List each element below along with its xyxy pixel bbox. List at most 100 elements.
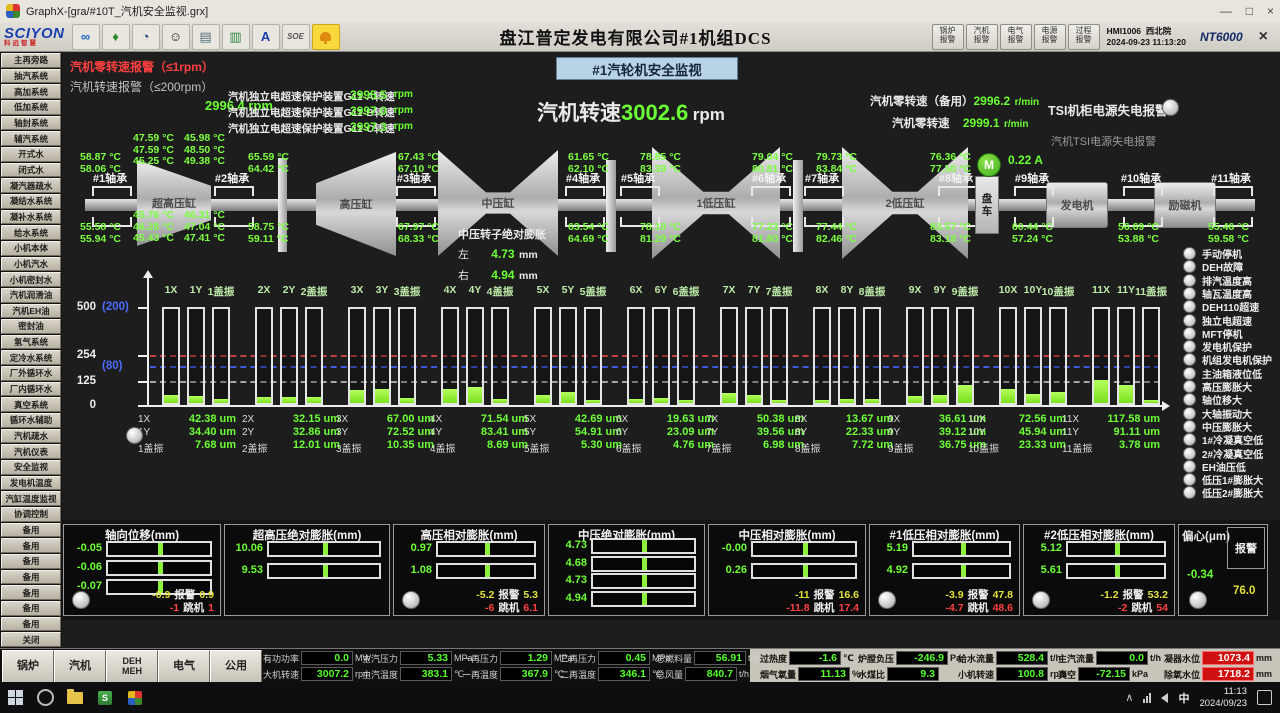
sidebar-item[interactable]: 真空系统 [1,397,61,412]
alarm-button-2[interactable]: 汽机报警 [966,24,998,50]
sidebar-item[interactable]: 备用 [1,523,61,538]
draw-icon[interactable]: ♦ [102,24,130,50]
clock-icon[interactable]: ◔ [132,24,160,50]
bearing-label: #11轴承 [1211,170,1251,186]
sidebar-item[interactable]: 备用 [1,570,61,585]
report-icon[interactable]: ▤ [192,24,220,50]
screen-tab-1[interactable]: 锅炉 [2,650,54,683]
network-icon[interactable] [1143,693,1151,703]
status-label: 二再压力 [560,652,596,665]
screen-tab-5[interactable]: 公用 [210,650,262,683]
sidebar-item[interactable]: 汽机仪表 [1,444,61,459]
maximize-button[interactable]: □ [1246,4,1253,18]
vibration-readout-value: 32.86 um [278,426,340,438]
sidebar-item[interactable]: 小机汽水 [1,257,61,272]
start-button[interactable] [0,682,30,713]
sidebar-item[interactable]: 定冷水系统 [1,350,61,365]
alarm-lamp [1183,380,1196,393]
sidebar-item[interactable]: 氢气系统 [1,335,61,350]
turning-gear-current: 0.22 A [1008,153,1043,167]
screen-tab-4[interactable]: 电气 [158,650,210,683]
toolbar-close-icon[interactable]: × [1259,28,1268,46]
vibration-bar [212,307,230,405]
notification-center-icon[interactable] [1257,690,1272,705]
user-icon[interactable]: ☺ [162,24,190,50]
sidebar-item[interactable]: 高加系统 [1,84,61,99]
alarm-button-5[interactable]: 过程报警 [1068,24,1100,50]
panel-gauge [267,541,381,557]
sidebar-item[interactable]: 备用 [1,601,61,616]
sidebar-item[interactable]: 发电机温度 [1,476,61,491]
screen-tab-2[interactable]: 汽机 [54,650,106,683]
alarm-button-1[interactable]: 锅炉报警 [932,24,964,50]
link-icon[interactable]: ∞ [72,24,100,50]
status-item: 烟气氧量11.13% [760,667,860,681]
vibration-bar [863,307,881,405]
input-language-indicator[interactable]: 中 [1178,690,1189,706]
vibration-bar-fill [561,392,575,403]
alarm-lamp [1183,420,1196,433]
sidebar-item[interactable]: 安全监视 [1,460,61,475]
sidebar-item[interactable]: 备用 [1,554,61,569]
sidebar-item[interactable]: 轴封系统 [1,116,61,131]
sidebar-item[interactable]: 凝结水系统 [1,194,61,209]
panel-value: 5.61 [1026,564,1062,576]
vibration-readout-value: 91.11 um [1098,426,1160,438]
vibration-bar-fill [865,399,879,403]
sidebar-item[interactable]: 备用 [1,585,61,600]
app-icon-green[interactable]: S [90,682,120,713]
panel-gauge [591,556,696,572]
sidebar-item[interactable]: 小机本体 [1,241,61,256]
vibration-readout-label: 8X [795,414,807,425]
sidebar-item[interactable]: 汽机EH油 [1,304,61,319]
sidebar-item[interactable]: 汽缸温度监视 [1,491,61,506]
sidebar-item[interactable]: 凝汽器疏水 [1,178,61,193]
soe-icon[interactable]: SOE [282,24,310,50]
tray-expand-icon[interactable]: ∧ [1125,691,1133,704]
sidebar-item[interactable]: 备用 [1,538,61,553]
sidebar-item[interactable]: 汽机润滑油 [1,288,61,303]
status-value: 1073.4 [1202,651,1254,665]
close-button[interactable]: × [1267,4,1274,18]
alarm-button-3[interactable]: 电气报警 [1000,24,1032,50]
sidebar-item[interactable]: 循环水辅助 [1,413,61,428]
sidebar-item[interactable]: 凝补水系统 [1,210,61,225]
font-icon[interactable]: A [252,24,280,50]
turbine-speed-label: 汽机转速 [537,102,621,125]
sidebar-item[interactable]: 汽机疏水 [1,429,61,444]
alarm-bell-icon[interactable] [312,24,340,50]
main-title: 盘江普定发电有限公司#1机组DCS [341,24,931,49]
sidebar-item[interactable]: 关闭 [1,632,61,647]
sidebar-item[interactable]: 厂内循环水 [1,382,61,397]
sidebar-item[interactable]: 主再旁路 [1,53,61,68]
sidebar-item[interactable]: 低加系统 [1,100,61,115]
status-item: 小机转速100.8rpm [958,667,1067,681]
status-value: 1718.2 [1202,667,1254,681]
graphx-taskbar-icon[interactable] [120,682,150,713]
sidebar-item[interactable]: 辅汽系统 [1,131,61,146]
taskbar-clock[interactable]: 11:132024/09/23 [1199,686,1247,710]
status-item: 二再温度346.1℃ [560,667,662,681]
taskbar-date: 2024/09/23 [1199,698,1247,709]
screen-tab-3[interactable]: DEHMEH [106,650,158,683]
vibration-readout-label: 8盖振 [795,440,821,455]
sidebar-item[interactable]: 抽汽系统 [1,69,61,84]
sidebar-item[interactable]: 备用 [1,617,61,632]
alarm-button-4[interactable]: 电源报警 [1034,24,1066,50]
y-tick-mark [138,307,148,309]
search-icon[interactable] [30,682,60,713]
file-explorer-icon[interactable] [60,682,90,713]
sidebar-item[interactable]: 协调控制 [1,507,61,522]
sidebar-item[interactable]: 小机密封水 [1,272,61,287]
sidebar-item[interactable]: 给水系统 [1,225,61,240]
minimize-button[interactable]: — [1220,4,1232,18]
cards-icon[interactable]: ▥ [222,24,250,50]
sidebar-item[interactable]: 开式水 [1,147,61,162]
bearing-label: #9轴承 [1015,170,1049,186]
toolbar: SCIYON 科远智慧 ∞♦◔☺▤▥ASOE 盘江普定发电有限公司#1机组DCS… [0,22,1280,52]
volume-icon[interactable] [1161,693,1168,703]
sidebar-item[interactable]: 密封油 [1,319,61,334]
sidebar-item[interactable]: 闭式水 [1,163,61,178]
sidebar-item[interactable]: 厂外循环水 [1,366,61,381]
status-value: 1.29 [500,651,552,665]
